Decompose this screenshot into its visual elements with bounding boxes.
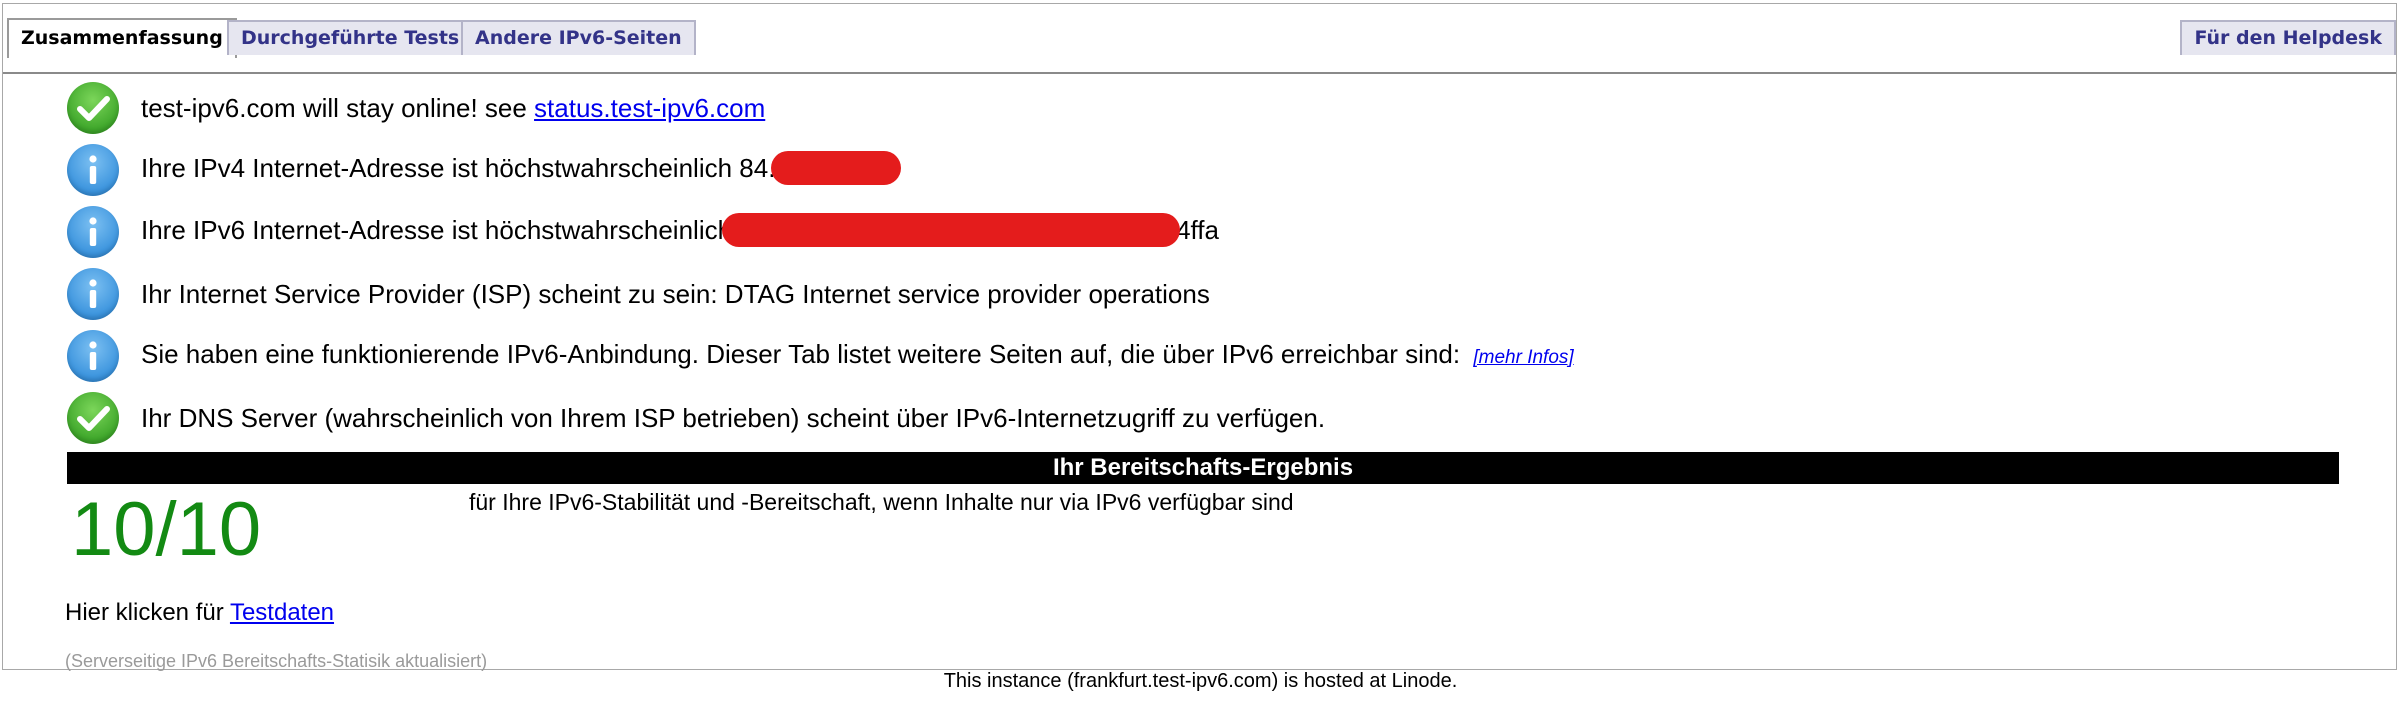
tab-other-ipv6-sites[interactable]: Andere IPv6-Seiten	[461, 20, 696, 55]
testdata-link[interactable]: Testdaten	[230, 599, 334, 626]
info-icon	[67, 144, 119, 196]
tab-summary[interactable]: Zusammenfassung	[7, 18, 237, 58]
readiness-score-description: für Ihre IPv6-Stabilität und -Bereitscha…	[469, 489, 1294, 515]
ipv6-text: Ihre IPv6 Internet-Adresse ist höchstwah…	[141, 213, 1219, 249]
dns-text: Ihr DNS Server (wahrscheinlich von Ihrem…	[141, 403, 1326, 433]
tab-helpdesk[interactable]: Für den Helpdesk	[2180, 20, 2396, 55]
connectivity-text: Sie haben eine funktionierende IPv6-Anbi…	[141, 339, 1574, 373]
testdata-prefix: Hier klicken für	[65, 599, 230, 626]
check-icon	[67, 392, 119, 444]
testdata-line: Hier klicken für Testdaten	[65, 598, 334, 628]
info-icon	[67, 330, 119, 382]
info-icon	[67, 206, 119, 258]
ipv4-address-text: Ihre IPv4 Internet-Adresse ist höchstwah…	[141, 152, 776, 183]
tab-tests[interactable]: Durchgeführte Tests	[227, 20, 474, 55]
ipv6-address-text: Ihre IPv6 Internet-Adresse ist höchstwah…	[141, 214, 733, 245]
ipv6-row: Ihre IPv6 Internet-Adresse ist höchstwah…	[67, 204, 1219, 260]
status-link[interactable]: status.test-ipv6.com	[534, 93, 765, 123]
online-text: test-ipv6.com will stay online! see	[141, 93, 535, 123]
isp-text: Ihr Internet Service Provider (ISP) sche…	[141, 279, 1210, 309]
readiness-result-header: Ihr Bereitschafts-Ergebnis	[67, 452, 2339, 484]
hosting-footer: This instance (frankfurt.test-ipv6.com) …	[943, 670, 1458, 692]
info-icon	[67, 268, 119, 320]
status-text: test-ipv6.com will stay online! see stat…	[141, 93, 765, 123]
redaction-mark	[722, 213, 1181, 248]
connectivity-message: Sie haben eine funktionierende IPv6-Anbi…	[141, 339, 1468, 369]
isp-row: Ihr Internet Service Provider (ISP) sche…	[67, 266, 1210, 322]
readiness-score: 10/10	[71, 487, 262, 572]
redaction-mark	[771, 151, 902, 186]
status-row-online: test-ipv6.com will stay online! see stat…	[67, 80, 765, 136]
ipv4-text: Ihre IPv4 Internet-Adresse ist höchstwah…	[141, 151, 902, 187]
more-info-link[interactable]: [mehr Infos]	[1473, 347, 1573, 368]
check-icon	[67, 82, 119, 134]
ipv4-row: Ihre IPv4 Internet-Adresse ist höchstwah…	[67, 142, 902, 198]
main-panel: Zusammenfassung Durchgeführte Tests Ande…	[2, 3, 2397, 671]
ipv6-address-suffix: 4ffa	[1176, 214, 1219, 245]
dns-row: Ihr DNS Server (wahrscheinlich von Ihrem…	[67, 390, 1325, 446]
tab-bar: Zusammenfassung Durchgeführte Tests Ande…	[3, 4, 2396, 74]
ipv6-connectivity-row: Sie haben eine funktionierende IPv6-Anbi…	[67, 328, 1574, 384]
